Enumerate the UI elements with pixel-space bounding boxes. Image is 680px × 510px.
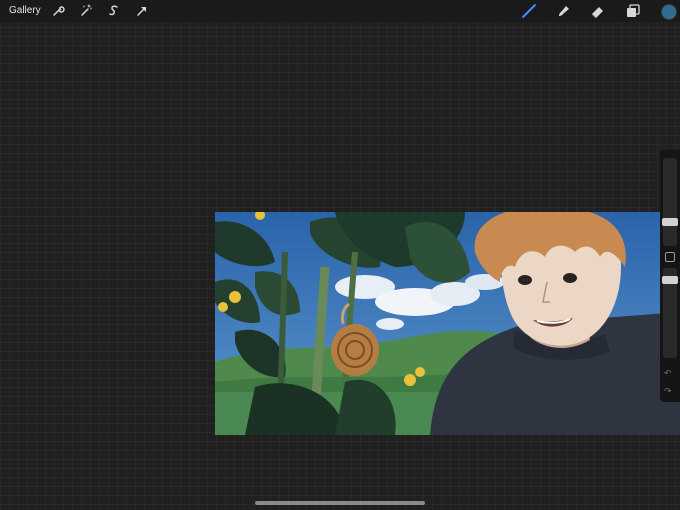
undo-icon[interactable]: ↶ [664,368,672,379]
wrench-icon[interactable] [50,3,66,19]
transform-arrow-icon[interactable] [134,3,150,19]
artwork-canvas[interactable] [215,212,680,435]
smudge-icon[interactable] [556,3,572,19]
gallery-button[interactable]: Gallery [9,5,41,16]
magic-wand-icon[interactable] [78,3,94,19]
redo-icon[interactable]: ↷ [664,386,672,397]
brush-sliders-panel: ↶ ↷ [660,150,680,402]
brush-size-thumb[interactable] [662,218,678,226]
layers-icon[interactable] [625,3,641,19]
top-toolbar: Gallery [0,0,680,22]
opacity-slider[interactable] [662,268,678,358]
home-indicator[interactable] [255,501,425,505]
artwork-illustration [215,212,680,435]
opacity-thumb[interactable] [662,276,678,284]
selection-icon[interactable] [106,3,122,19]
color-picker-button[interactable] [661,4,677,20]
modify-button[interactable] [665,252,675,262]
brush-size-slider[interactable] [662,158,678,246]
brush-icon[interactable] [521,3,537,19]
eraser-icon[interactable] [590,3,606,19]
